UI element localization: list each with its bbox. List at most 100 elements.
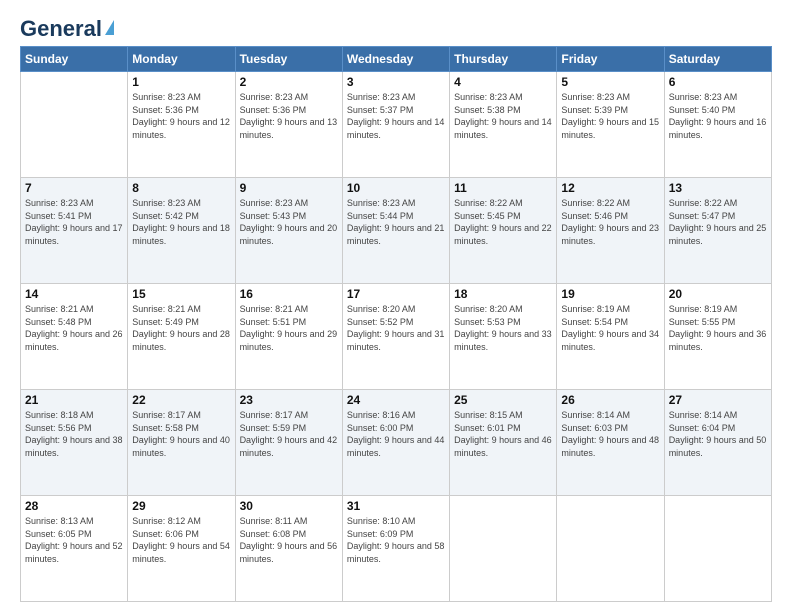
day-info: Sunrise: 8:23 AMSunset: 5:39 PMDaylight:… — [561, 91, 659, 141]
day-info: Sunrise: 8:21 AMSunset: 5:51 PMDaylight:… — [240, 303, 338, 353]
day-number: 3 — [347, 75, 445, 89]
day-number: 26 — [561, 393, 659, 407]
day-number: 6 — [669, 75, 767, 89]
calendar-cell: 27 Sunrise: 8:14 AMSunset: 6:04 PMDayligh… — [664, 390, 771, 496]
day-header-friday: Friday — [557, 47, 664, 72]
day-info: Sunrise: 8:13 AMSunset: 6:05 PMDaylight:… — [25, 515, 123, 565]
day-number: 13 — [669, 181, 767, 195]
calendar-cell — [664, 496, 771, 602]
day-number: 10 — [347, 181, 445, 195]
week-row-5: 28 Sunrise: 8:13 AMSunset: 6:05 PMDayligh… — [21, 496, 772, 602]
day-number: 2 — [240, 75, 338, 89]
day-number: 15 — [132, 287, 230, 301]
calendar-cell: 18 Sunrise: 8:20 AMSunset: 5:53 PMDayligh… — [450, 284, 557, 390]
calendar-cell: 2 Sunrise: 8:23 AMSunset: 5:36 PMDaylight… — [235, 72, 342, 178]
day-info: Sunrise: 8:23 AMSunset: 5:41 PMDaylight:… — [25, 197, 123, 247]
day-info: Sunrise: 8:19 AMSunset: 5:55 PMDaylight:… — [669, 303, 767, 353]
day-info: Sunrise: 8:19 AMSunset: 5:54 PMDaylight:… — [561, 303, 659, 353]
calendar-cell: 5Sunrise: 8:23 AMSunset: 5:39 PMDaylight… — [557, 72, 664, 178]
day-number: 31 — [347, 499, 445, 513]
calendar-cell: 21 Sunrise: 8:18 AMSunset: 5:56 PMDayligh… — [21, 390, 128, 496]
calendar-cell: 11 Sunrise: 8:22 AMSunset: 5:45 PMDayligh… — [450, 178, 557, 284]
day-info: Sunrise: 8:17 AMSunset: 5:59 PMDaylight:… — [240, 409, 338, 459]
calendar-cell: 15 Sunrise: 8:21 AMSunset: 5:49 PMDayligh… — [128, 284, 235, 390]
calendar-cell — [450, 496, 557, 602]
day-number: 18 — [454, 287, 552, 301]
day-info: Sunrise: 8:20 AMSunset: 5:53 PMDaylight:… — [454, 303, 552, 353]
day-info: Sunrise: 8:21 AMSunset: 5:49 PMDaylight:… — [132, 303, 230, 353]
calendar-cell: 13Sunrise: 8:22 AMSunset: 5:47 PMDayligh… — [664, 178, 771, 284]
logo-triangle-icon — [105, 20, 114, 35]
day-info: Sunrise: 8:22 AMSunset: 5:46 PMDaylight:… — [561, 197, 659, 247]
calendar-cell: 24 Sunrise: 8:16 AMSunset: 6:00 PMDayligh… — [342, 390, 449, 496]
day-header-wednesday: Wednesday — [342, 47, 449, 72]
logo: General — [20, 16, 114, 38]
day-number: 7 — [25, 181, 123, 195]
day-info: Sunrise: 8:23 AMSunset: 5:40 PMDaylight:… — [669, 91, 767, 141]
calendar-cell: 4Sunrise: 8:23 AMSunset: 5:38 PMDaylight… — [450, 72, 557, 178]
day-number: 28 — [25, 499, 123, 513]
calendar-cell: 16 Sunrise: 8:21 AMSunset: 5:51 PMDayligh… — [235, 284, 342, 390]
day-number: 25 — [454, 393, 552, 407]
day-info: Sunrise: 8:18 AMSunset: 5:56 PMDaylight:… — [25, 409, 123, 459]
day-info: Sunrise: 8:22 AMSunset: 5:45 PMDaylight:… — [454, 197, 552, 247]
header: General — [20, 16, 772, 38]
day-number: 9 — [240, 181, 338, 195]
day-number: 21 — [25, 393, 123, 407]
week-row-2: 7 Sunrise: 8:23 AMSunset: 5:41 PMDaylight… — [21, 178, 772, 284]
calendar-cell: 20Sunrise: 8:19 AMSunset: 5:55 PMDayligh… — [664, 284, 771, 390]
day-number: 22 — [132, 393, 230, 407]
day-info: Sunrise: 8:14 AMSunset: 6:03 PMDaylight:… — [561, 409, 659, 459]
calendar-cell: 10Sunrise: 8:23 AMSunset: 5:44 PMDayligh… — [342, 178, 449, 284]
calendar-cell: 1Sunrise: 8:23 AMSunset: 5:36 PMDaylight… — [128, 72, 235, 178]
day-number: 29 — [132, 499, 230, 513]
day-number: 19 — [561, 287, 659, 301]
calendar-cell: 8 Sunrise: 8:23 AMSunset: 5:42 PMDaylight… — [128, 178, 235, 284]
day-info: Sunrise: 8:16 AMSunset: 6:00 PMDaylight:… — [347, 409, 445, 459]
day-info: Sunrise: 8:23 AMSunset: 5:37 PMDaylight:… — [347, 91, 445, 141]
calendar-cell: 23 Sunrise: 8:17 AMSunset: 5:59 PMDayligh… — [235, 390, 342, 496]
calendar-cell: 22 Sunrise: 8:17 AMSunset: 5:58 PMDayligh… — [128, 390, 235, 496]
day-info: Sunrise: 8:12 AMSunset: 6:06 PMDaylight:… — [132, 515, 230, 565]
calendar-cell: 25 Sunrise: 8:15 AMSunset: 6:01 PMDayligh… — [450, 390, 557, 496]
day-number: 4 — [454, 75, 552, 89]
day-number: 12 — [561, 181, 659, 195]
day-info: Sunrise: 8:23 AMSunset: 5:36 PMDaylight:… — [132, 91, 230, 141]
day-number: 17 — [347, 287, 445, 301]
day-number: 30 — [240, 499, 338, 513]
day-info: Sunrise: 8:21 AMSunset: 5:48 PMDaylight:… — [25, 303, 123, 353]
day-number: 11 — [454, 181, 552, 195]
day-info: Sunrise: 8:14 AMSunset: 6:04 PMDaylight:… — [669, 409, 767, 459]
calendar-cell: 14Sunrise: 8:21 AMSunset: 5:48 PMDayligh… — [21, 284, 128, 390]
day-info: Sunrise: 8:15 AMSunset: 6:01 PMDaylight:… — [454, 409, 552, 459]
day-number: 8 — [132, 181, 230, 195]
calendar-cell: 17Sunrise: 8:20 AMSunset: 5:52 PMDayligh… — [342, 284, 449, 390]
day-header-saturday: Saturday — [664, 47, 771, 72]
logo-general: General — [20, 16, 102, 42]
calendar-cell: 3 Sunrise: 8:23 AMSunset: 5:37 PMDaylight… — [342, 72, 449, 178]
day-header-sunday: Sunday — [21, 47, 128, 72]
page: General SundayMondayTuesdayWednesdayThur… — [0, 0, 792, 612]
calendar-cell: 19 Sunrise: 8:19 AMSunset: 5:54 PMDayligh… — [557, 284, 664, 390]
calendar-cell — [21, 72, 128, 178]
day-info: Sunrise: 8:17 AMSunset: 5:58 PMDaylight:… — [132, 409, 230, 459]
day-info: Sunrise: 8:23 AMSunset: 5:42 PMDaylight:… — [132, 197, 230, 247]
day-info: Sunrise: 8:11 AMSunset: 6:08 PMDaylight:… — [240, 515, 338, 565]
day-number: 27 — [669, 393, 767, 407]
day-info: Sunrise: 8:10 AMSunset: 6:09 PMDaylight:… — [347, 515, 445, 565]
day-info: Sunrise: 8:23 AMSunset: 5:43 PMDaylight:… — [240, 197, 338, 247]
day-header-monday: Monday — [128, 47, 235, 72]
day-header-thursday: Thursday — [450, 47, 557, 72]
calendar-table: SundayMondayTuesdayWednesdayThursdayFrid… — [20, 46, 772, 602]
calendar-cell: 26 Sunrise: 8:14 AMSunset: 6:03 PMDayligh… — [557, 390, 664, 496]
calendar-cell: 30 Sunrise: 8:11 AMSunset: 6:08 PMDayligh… — [235, 496, 342, 602]
calendar-cell: 12 Sunrise: 8:22 AMSunset: 5:46 PMDayligh… — [557, 178, 664, 284]
day-number: 24 — [347, 393, 445, 407]
calendar-cell: 7 Sunrise: 8:23 AMSunset: 5:41 PMDaylight… — [21, 178, 128, 284]
day-number: 23 — [240, 393, 338, 407]
day-info: Sunrise: 8:23 AMSunset: 5:36 PMDaylight:… — [240, 91, 338, 141]
calendar-cell: 28 Sunrise: 8:13 AMSunset: 6:05 PMDayligh… — [21, 496, 128, 602]
calendar-cell: 9 Sunrise: 8:23 AMSunset: 5:43 PMDaylight… — [235, 178, 342, 284]
day-number: 16 — [240, 287, 338, 301]
calendar-cell: 29 Sunrise: 8:12 AMSunset: 6:06 PMDayligh… — [128, 496, 235, 602]
